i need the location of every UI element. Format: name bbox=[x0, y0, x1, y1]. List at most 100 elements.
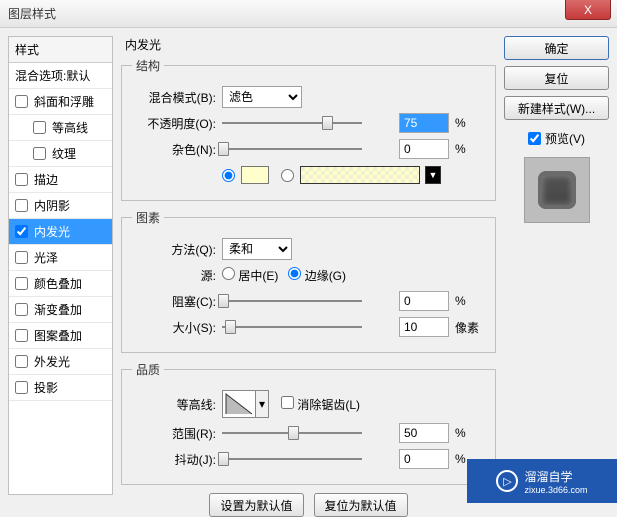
opacity-input[interactable] bbox=[399, 113, 449, 133]
source-label: 源: bbox=[132, 267, 222, 284]
blend-default-label: 混合选项:默认 bbox=[15, 67, 90, 84]
style-item-label: 渐变叠加 bbox=[34, 301, 82, 318]
style-item-内阴影[interactable]: 内阴影 bbox=[9, 193, 112, 219]
style-item-label: 投影 bbox=[34, 379, 58, 396]
noise-slider[interactable] bbox=[222, 148, 362, 150]
set-default-button[interactable]: 设置为默认值 bbox=[209, 493, 303, 517]
size-slider-thumb[interactable] bbox=[225, 320, 236, 334]
new-style-button[interactable]: 新建样式(W)... bbox=[504, 96, 609, 120]
quality-legend: 品质 bbox=[132, 361, 164, 378]
section-title: 内发光 bbox=[121, 36, 496, 53]
choke-label: 阻塞(C): bbox=[132, 293, 222, 310]
style-item-斜面和浮雕[interactable]: 斜面和浮雕 bbox=[9, 89, 112, 115]
style-item-label: 描边 bbox=[34, 171, 58, 188]
style-list: 斜面和浮雕等高线纹理描边内阴影内发光光泽颜色叠加渐变叠加图案叠加外发光投影 bbox=[9, 89, 112, 401]
center-panel: 内发光 结构 混合模式(B): 滤色 不透明度(O): % 杂 bbox=[121, 36, 496, 495]
preview-box bbox=[524, 157, 590, 223]
style-item-投影[interactable]: 投影 bbox=[9, 375, 112, 401]
range-label: 范围(R): bbox=[132, 425, 222, 442]
size-input[interactable] bbox=[399, 317, 449, 337]
opacity-label: 不透明度(O): bbox=[132, 115, 222, 132]
choke-input[interactable] bbox=[399, 291, 449, 311]
style-item-label: 斜面和浮雕 bbox=[34, 93, 94, 110]
style-checkbox[interactable] bbox=[15, 303, 28, 316]
window-title: 图层样式 bbox=[8, 5, 56, 22]
preview-thumbnail bbox=[538, 171, 576, 209]
gradient-dropdown[interactable]: ▼ bbox=[425, 166, 441, 184]
jitter-label: 抖动(J): bbox=[132, 451, 222, 468]
styles-panel: 样式 混合选项:默认 斜面和浮雕等高线纹理描边内阴影内发光光泽颜色叠加渐变叠加图… bbox=[8, 36, 113, 495]
jitter-slider-thumb[interactable] bbox=[218, 452, 229, 466]
choke-slider[interactable] bbox=[222, 300, 362, 302]
method-label: 方法(Q): bbox=[132, 241, 222, 258]
source-center-option[interactable]: 居中(E) bbox=[222, 267, 278, 284]
gradient-radio[interactable] bbox=[281, 169, 294, 182]
jitter-input[interactable] bbox=[399, 449, 449, 469]
style-checkbox[interactable] bbox=[15, 199, 28, 212]
jitter-slider[interactable] bbox=[222, 458, 362, 460]
style-checkbox[interactable] bbox=[15, 95, 28, 108]
style-item-外发光[interactable]: 外发光 bbox=[9, 349, 112, 375]
choke-slider-thumb[interactable] bbox=[218, 294, 229, 308]
preview-toggle[interactable]: 预览(V) bbox=[504, 130, 609, 147]
style-item-等高线[interactable]: 等高线 bbox=[9, 115, 112, 141]
style-item-label: 颜色叠加 bbox=[34, 275, 82, 292]
style-checkbox[interactable] bbox=[15, 355, 28, 368]
style-checkbox[interactable] bbox=[15, 329, 28, 342]
right-panel: 确定 复位 新建样式(W)... 预览(V) bbox=[504, 36, 609, 495]
style-item-内发光[interactable]: 内发光 bbox=[9, 219, 112, 245]
range-input[interactable] bbox=[399, 423, 449, 443]
size-slider[interactable] bbox=[222, 326, 362, 328]
style-item-label: 内发光 bbox=[34, 223, 70, 240]
style-checkbox[interactable] bbox=[33, 121, 46, 134]
content: 样式 混合选项:默认 斜面和浮雕等高线纹理描边内阴影内发光光泽颜色叠加渐变叠加图… bbox=[0, 28, 617, 503]
noise-unit: % bbox=[455, 142, 485, 156]
titlebar: 图层样式 X bbox=[0, 0, 617, 28]
contour-label: 等高线: bbox=[132, 396, 222, 413]
source-edge-option[interactable]: 边缘(G) bbox=[288, 267, 346, 284]
contour-dropdown[interactable]: ▾ bbox=[255, 390, 269, 418]
noise-label: 杂色(N): bbox=[132, 141, 222, 158]
reset-default-button[interactable]: 复位为默认值 bbox=[314, 493, 408, 517]
elements-group: 图素 方法(Q): 柔和 源: 居中(E) 边缘(G) 阻塞(C): bbox=[121, 209, 496, 353]
blend-mode-label: 混合模式(B): bbox=[132, 89, 222, 106]
style-item-描边[interactable]: 描边 bbox=[9, 167, 112, 193]
style-item-纹理[interactable]: 纹理 bbox=[9, 141, 112, 167]
style-checkbox[interactable] bbox=[33, 147, 46, 160]
range-unit: % bbox=[455, 426, 485, 440]
style-item-label: 内阴影 bbox=[34, 197, 70, 214]
noise-input[interactable] bbox=[399, 139, 449, 159]
close-button[interactable]: X bbox=[565, 0, 611, 20]
size-unit: 像素 bbox=[455, 319, 485, 336]
method-select[interactable]: 柔和 bbox=[222, 238, 292, 260]
opacity-unit: % bbox=[455, 116, 485, 130]
contour-picker[interactable] bbox=[222, 390, 256, 418]
style-item-图案叠加[interactable]: 图案叠加 bbox=[9, 323, 112, 349]
style-item-label: 光泽 bbox=[34, 249, 58, 266]
style-item-label: 纹理 bbox=[52, 145, 76, 162]
style-checkbox[interactable] bbox=[15, 251, 28, 264]
style-checkbox[interactable] bbox=[15, 225, 28, 238]
style-checkbox[interactable] bbox=[15, 381, 28, 394]
range-slider[interactable] bbox=[222, 432, 362, 434]
opacity-slider-thumb[interactable] bbox=[322, 116, 333, 130]
opacity-slider[interactable] bbox=[222, 122, 362, 124]
blend-options-default[interactable]: 混合选项:默认 bbox=[9, 63, 112, 89]
ok-button[interactable]: 确定 bbox=[504, 36, 609, 60]
range-slider-thumb[interactable] bbox=[288, 426, 299, 440]
cancel-button[interactable]: 复位 bbox=[504, 66, 609, 90]
antialias-option[interactable]: 消除锯齿(L) bbox=[281, 396, 360, 413]
style-item-颜色叠加[interactable]: 颜色叠加 bbox=[9, 271, 112, 297]
style-item-label: 等高线 bbox=[52, 119, 88, 136]
structure-legend: 结构 bbox=[132, 57, 164, 74]
gradient-swatch[interactable] bbox=[300, 166, 420, 184]
style-checkbox[interactable] bbox=[15, 173, 28, 186]
styles-header: 样式 bbox=[9, 37, 112, 63]
style-item-渐变叠加[interactable]: 渐变叠加 bbox=[9, 297, 112, 323]
style-checkbox[interactable] bbox=[15, 277, 28, 290]
style-item-光泽[interactable]: 光泽 bbox=[9, 245, 112, 271]
color-swatch[interactable] bbox=[241, 166, 269, 184]
noise-slider-thumb[interactable] bbox=[218, 142, 229, 156]
blend-mode-select[interactable]: 滤色 bbox=[222, 86, 302, 108]
solid-color-radio[interactable] bbox=[222, 169, 235, 182]
